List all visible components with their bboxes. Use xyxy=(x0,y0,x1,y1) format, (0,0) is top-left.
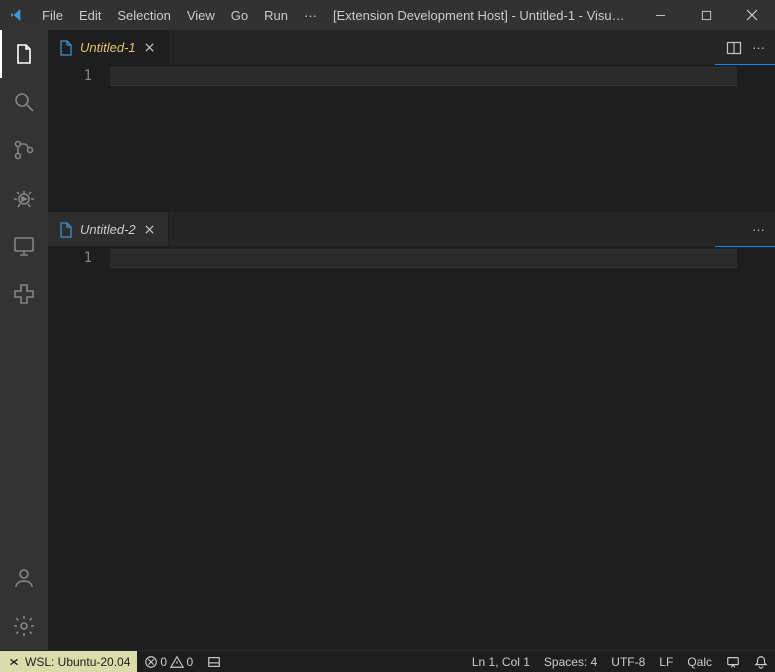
activity-settings[interactable] xyxy=(0,602,48,650)
editor-body-1[interactable]: 1 xyxy=(48,65,775,212)
tab-untitled-1[interactable]: Untitled-1 xyxy=(48,30,169,65)
activity-run-debug[interactable] xyxy=(0,174,48,222)
status-eol[interactable]: LF xyxy=(652,651,680,672)
menu-run[interactable]: Run xyxy=(256,0,296,30)
status-cursor-position[interactable]: Ln 1, Col 1 xyxy=(465,651,537,672)
close-icon[interactable] xyxy=(142,222,158,238)
status-encoding[interactable]: UTF-8 xyxy=(604,651,652,672)
status-feedback[interactable] xyxy=(719,651,747,672)
gutter: 1 xyxy=(48,247,110,650)
menu-file[interactable]: File xyxy=(34,0,71,30)
tab-untitled-2[interactable]: Untitled-2 xyxy=(48,212,169,247)
menubar: File Edit Selection View Go Run ··· xyxy=(34,0,325,30)
tabs-group-2: Untitled-2 ··· xyxy=(48,212,775,247)
statusbar: WSL: Ubuntu-20.04 0 0 Ln 1, Col 1 Spaces… xyxy=(0,650,775,672)
titlebar: File Edit Selection View Go Run ··· [Ext… xyxy=(0,0,775,30)
activity-accounts[interactable] xyxy=(0,554,48,602)
activity-bar xyxy=(0,30,48,650)
status-remote[interactable]: WSL: Ubuntu-20.04 xyxy=(0,651,137,672)
gutter: 1 xyxy=(48,65,110,212)
activity-explorer[interactable] xyxy=(0,30,48,78)
editor-area: Untitled-1 ··· 1 xyxy=(48,30,775,650)
status-indentation[interactable]: Spaces: 4 xyxy=(537,651,604,672)
minimize-button[interactable] xyxy=(637,0,683,30)
line-number: 1 xyxy=(48,249,92,268)
close-button[interactable] xyxy=(729,0,775,30)
menu-selection[interactable]: Selection xyxy=(109,0,178,30)
activity-remote-explorer[interactable] xyxy=(0,222,48,270)
menu-go[interactable]: Go xyxy=(223,0,256,30)
maximize-button[interactable] xyxy=(683,0,729,30)
editor-body-2[interactable]: 1 xyxy=(48,247,775,650)
activity-source-control[interactable] xyxy=(0,126,48,174)
file-icon xyxy=(58,222,74,238)
editor-content[interactable] xyxy=(110,247,775,650)
vscode-icon xyxy=(0,7,34,23)
main-area: Untitled-1 ··· 1 xyxy=(0,30,775,650)
editor-group-actions-1: ··· xyxy=(716,30,775,65)
warning-icon: 0 xyxy=(170,655,193,669)
tab-label: Untitled-1 xyxy=(80,40,136,55)
status-problems[interactable]: 0 0 xyxy=(137,651,200,672)
menu-overflow[interactable]: ··· xyxy=(296,0,325,30)
status-panel-toggle[interactable] xyxy=(200,651,228,672)
close-icon[interactable] xyxy=(142,40,158,56)
editor-group-2: Untitled-2 ··· 1 xyxy=(48,212,775,650)
status-language-mode[interactable]: Qalc xyxy=(680,651,719,672)
window-title: [Extension Development Host] - Untitled-… xyxy=(325,8,637,23)
menu-edit[interactable]: Edit xyxy=(71,0,109,30)
tab-label: Untitled-2 xyxy=(80,222,136,237)
editor-content[interactable] xyxy=(110,65,775,212)
more-actions-icon[interactable]: ··· xyxy=(752,222,765,237)
line-number: 1 xyxy=(48,67,92,86)
status-remote-label: WSL: Ubuntu-20.04 xyxy=(25,655,130,669)
error-icon: 0 xyxy=(144,655,167,669)
status-notifications[interactable] xyxy=(747,651,775,672)
editor-group-1: Untitled-1 ··· 1 xyxy=(48,30,775,212)
tabs-group-1: Untitled-1 ··· xyxy=(48,30,775,65)
menu-view[interactable]: View xyxy=(179,0,223,30)
split-editor-icon[interactable] xyxy=(726,40,742,56)
editor-group-actions-2: ··· xyxy=(742,212,775,247)
window-controls xyxy=(637,0,775,30)
more-actions-icon[interactable]: ··· xyxy=(752,40,765,55)
activity-extensions[interactable] xyxy=(0,270,48,318)
file-icon xyxy=(58,40,74,56)
activity-search[interactable] xyxy=(0,78,48,126)
